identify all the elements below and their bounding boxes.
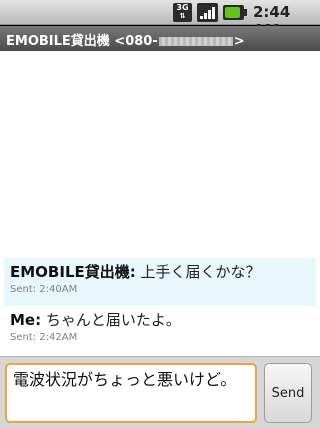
conversation-title: EMOBILE貸出機 <080- >: [0, 26, 320, 51]
message-timestamp: Sent: 2:42AM: [10, 332, 78, 343]
network-label: 3G: [176, 3, 189, 12]
message-input[interactable]: 電波状況がちょっと悪いけど。: [5, 363, 257, 423]
message-sender: EMOBILE貸出機:: [10, 263, 136, 281]
message-text: ちゃんと届いたよ。: [41, 311, 181, 329]
message-item[interactable]: EMOBILE貸出機: 上手く届くかな？ Sent: 2:40AM: [4, 258, 316, 306]
battery-icon: [223, 5, 247, 20]
send-button[interactable]: Send: [264, 363, 312, 423]
message-text: 上手く届くかな？: [135, 263, 261, 281]
status-bar: 3G ⇅ 2:44 AM: [0, 0, 320, 39]
message-thread[interactable]: EMOBILE貸出機: 上手く届くかな？ Sent: 2:40AM Me: ちゃ…: [0, 51, 320, 356]
data-arrows-icon: ⇅: [179, 12, 186, 20]
3g-icon: 3G ⇅: [173, 3, 192, 22]
signal-icon: [197, 3, 218, 22]
message-line: Me: ちゃんと届いたよ。: [10, 309, 310, 330]
message-timestamp: Sent: 2:40AM: [10, 284, 78, 295]
message-item[interactable]: Me: ちゃんと届いたよ。 Sent: 2:42AM: [4, 306, 316, 346]
message-sender: Me:: [10, 311, 42, 329]
title-suffix: >: [233, 34, 245, 49]
compose-bar: 電波状況がちょっと悪いけど。 Send: [0, 356, 320, 428]
message-line: EMOBILE貸出機: 上手く届くかな？: [10, 261, 310, 282]
title-prefix: EMOBILE貸出機 <080-: [6, 34, 158, 49]
redacted-number: [158, 37, 233, 46]
